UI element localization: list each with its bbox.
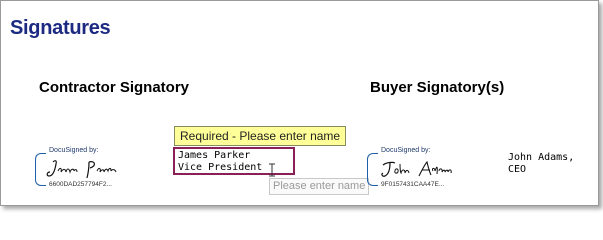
- buyer-name-line-1: John Adams,: [508, 152, 575, 163]
- buyer-handwritten-signature: [381, 160, 452, 177]
- envelope-id: 9F0157431CAA47E...: [381, 181, 445, 188]
- text-cursor-icon: [269, 163, 275, 177]
- docusigned-by-label: DocuSigned by:: [381, 147, 431, 154]
- buyer-heading: Buyer Signatory(s): [370, 79, 505, 96]
- envelope-id: 6600DAD257794F2...: [49, 181, 112, 188]
- name-field-line-1: James Parker: [178, 150, 251, 161]
- buyer-docusign-block: DocuSigned by: 9F0157431CAA47E...: [367, 147, 462, 189]
- placeholder-hint: Please enter name: [269, 178, 370, 195]
- buyer-name-text: John Adams, CEO: [508, 152, 574, 176]
- contractor-handwritten-signature: [46, 160, 117, 179]
- page-title: Signatures: [10, 17, 111, 39]
- contractor-docusign-block: DocuSigned by: 6600DAD257794F2...: [35, 147, 130, 189]
- required-tooltip: Required - Please enter name: [174, 126, 347, 146]
- contractor-heading: Contractor Signatory: [39, 79, 190, 96]
- docusigned-by-label: DocuSigned by:: [49, 147, 99, 154]
- buyer-name-line-2: CEO: [508, 164, 527, 175]
- signatures-panel: Signatures Contractor Signatory Buyer Si…: [0, 0, 599, 206]
